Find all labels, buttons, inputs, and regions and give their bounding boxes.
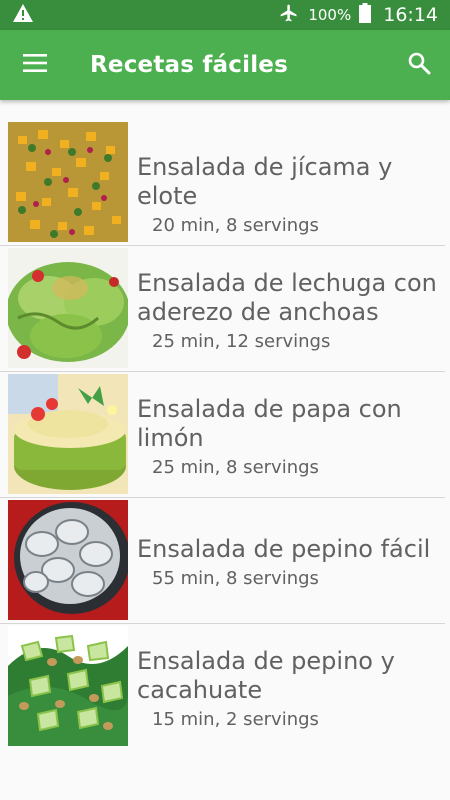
recipe-meta: 20 min, 8 servings	[152, 215, 319, 236]
menu-button[interactable]	[0, 30, 70, 100]
recipe-name: Ensalada de pepino fácil	[137, 535, 431, 563]
recipe-meta: 15 min, 2 servings	[152, 709, 319, 730]
status-time: 16:14	[383, 4, 438, 26]
recipe-item[interactable]: Ensalada de pepino fácil 55 min, 8 servi…	[0, 498, 445, 624]
recipe-item[interactable]: Ensalada de pepino y cacahuate 15 min, 2…	[0, 624, 445, 750]
recipe-item[interactable]: Ensalada de jícama y elote 20 min, 8 ser…	[0, 120, 445, 246]
mango-jicama-salad-thumbnail	[8, 122, 128, 242]
lettuce-salad-thumbnail	[8, 248, 128, 368]
recipe-name: Ensalada de papa con limón	[137, 395, 402, 452]
app-bar: Recetas fáciles	[0, 30, 450, 100]
recipe-item[interactable]: Ensalada de papa con limón 25 min, 8 ser…	[0, 372, 445, 498]
app-title: Recetas fáciles	[90, 52, 288, 78]
hamburger-menu-icon	[23, 54, 47, 76]
airplane-mode-icon	[278, 3, 300, 27]
recipe-item[interactable]: Ensalada de lechuga con aderezo de ancho…	[0, 246, 445, 372]
search-button[interactable]	[389, 30, 449, 100]
search-icon	[407, 51, 431, 79]
recipe-meta: 55 min, 8 servings	[152, 568, 319, 589]
recipe-meta: 25 min, 12 servings	[152, 331, 331, 352]
recipe-name: Ensalada de pepino y cacahuate	[137, 647, 395, 704]
recipe-meta: 25 min, 8 servings	[152, 457, 319, 478]
warning-icon	[12, 3, 34, 27]
status-bar: 100% 16:14	[0, 0, 450, 30]
potato-salad-thumbnail	[8, 374, 128, 494]
battery-full-icon	[359, 3, 372, 27]
creamy-cucumber-salad-thumbnail	[8, 500, 128, 620]
recipe-name: Ensalada de lechuga con aderezo de ancho…	[137, 269, 437, 326]
battery-percentage: 100%	[308, 6, 352, 24]
recipe-name: Ensalada de jícama y elote	[137, 153, 393, 210]
cucumber-peanut-salad-thumbnail	[8, 626, 128, 746]
